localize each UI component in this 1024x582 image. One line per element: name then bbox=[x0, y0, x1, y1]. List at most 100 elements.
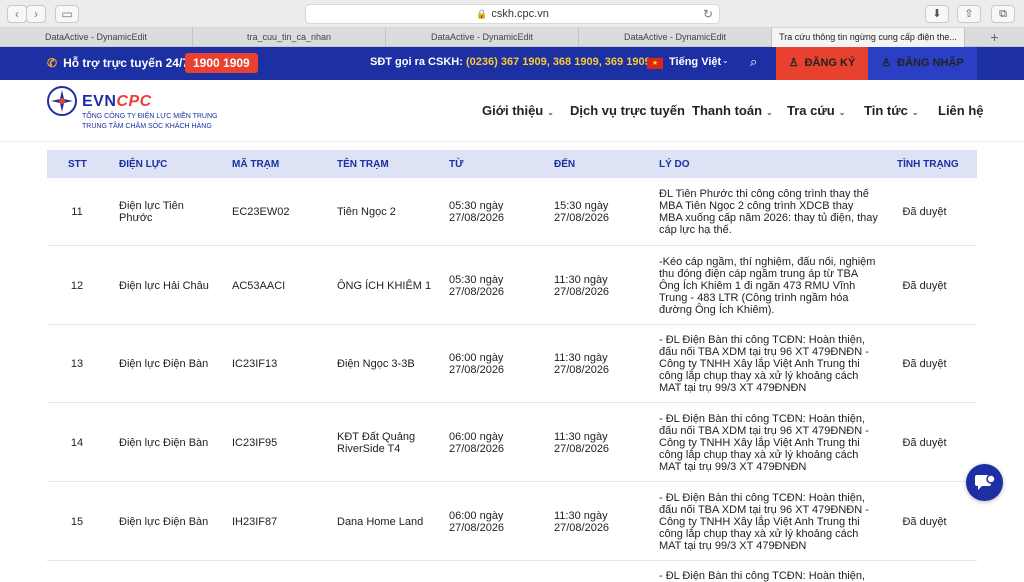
browser-tab[interactable]: tra_cuu_tin_ca_nhan bbox=[193, 28, 386, 47]
cell-den: 11:30 ngày 27/08/2026 bbox=[554, 274, 610, 298]
cell-den: 11:30 ngày 27/08/2026 bbox=[554, 510, 610, 534]
cell-tt: Đã duyệt bbox=[902, 280, 947, 292]
cell-den: 11:30 ngày 27/08/2026 bbox=[554, 352, 610, 376]
cell-tt: Đã duyệt bbox=[902, 437, 947, 449]
menu-label: Thanh toán bbox=[692, 103, 763, 118]
cell-ten: Dana Home Land bbox=[337, 516, 424, 528]
cell-ly: - ĐL Điện Bàn thi công TCĐN: Hoàn thiện,… bbox=[659, 334, 869, 394]
col-ten-tram: TÊN TRẠM bbox=[337, 159, 389, 170]
search-icon[interactable]: ⌕ bbox=[750, 54, 757, 70]
menu-label: Tra cứu bbox=[787, 103, 835, 118]
new-tab-icon[interactable]: + bbox=[965, 28, 1024, 46]
tab-overview-icon[interactable]: ⧉ bbox=[991, 5, 1015, 23]
brand-name[interactable]: EVNCPC bbox=[82, 93, 152, 111]
table-row: 14 Điện lực Điện Bàn IC23IF95 KĐT Đất Quảng… bbox=[47, 403, 977, 482]
cell-dl: Điện lực Điện Bàn bbox=[119, 516, 209, 528]
cell-den: 11:30 ngày 27/08/2026 bbox=[554, 431, 610, 455]
partial-row-reason: - ĐL Điện Bàn thi công TCĐN: Hoàn thiện, bbox=[659, 570, 866, 582]
cell-tt: Đã duyệt bbox=[902, 206, 947, 218]
cell-tu: 05:30 ngày 27/08/2026 bbox=[449, 200, 505, 224]
evn-logo-icon[interactable] bbox=[47, 86, 77, 116]
menu-tin-tuc[interactable]: Tin tức ⌄ bbox=[864, 103, 919, 118]
menu-label: Giới thiệu bbox=[482, 103, 544, 118]
cell-tt: Đã duyệt bbox=[902, 358, 947, 370]
login-label: ĐĂNG NHẬP bbox=[897, 57, 964, 69]
share-icon[interactable]: ⇧ bbox=[957, 5, 981, 23]
col-den: ĐẾN bbox=[554, 159, 576, 170]
cell-ten: KĐT Đất Quảng RiverSide T4 bbox=[337, 431, 416, 455]
chevron-down-icon: ⌄ bbox=[838, 108, 846, 117]
cell-ma: IC23IF13 bbox=[232, 358, 278, 370]
menu-dich-vu[interactable]: Dịch vụ trực tuyến bbox=[570, 103, 685, 118]
col-dien-luc: ĐIỆN LỰC bbox=[119, 159, 168, 170]
browser-tab[interactable]: Tra cứu thông tin ngừng cung cấp điện th… bbox=[772, 28, 965, 47]
browser-tab[interactable]: DataActive - DynamicEdit bbox=[0, 28, 193, 47]
lock-icon: 🔒 bbox=[476, 9, 488, 19]
cell-stt: 14 bbox=[70, 437, 84, 449]
cskh-numbers: (0236) 367 1909, 368 1909, 369 1909 bbox=[465, 56, 651, 68]
cell-den: 15:30 ngày 27/08/2026 bbox=[554, 200, 610, 224]
menu-tra-cuu[interactable]: Tra cứu ⌄ bbox=[787, 103, 845, 118]
tagline-company: TỔNG CÔNG TY ĐIỆN LỰC MIỀN TRUNG bbox=[82, 113, 218, 120]
cell-stt: 11 bbox=[71, 206, 83, 218]
col-tu: TỪ bbox=[449, 159, 464, 170]
menu-label: Liên hệ bbox=[938, 103, 984, 118]
register-button[interactable]: ♙ ĐĂNG KÝ bbox=[776, 47, 868, 80]
browser-toolbar: ‹ › ▭ 🔒 cskh.cpc.vn ↻ ⬇ ⇧ ⧉ bbox=[0, 0, 1024, 28]
menu-thanh-toan[interactable]: Thanh toán ⌄ bbox=[692, 103, 773, 118]
downloads-icon[interactable]: ⬇ bbox=[925, 5, 949, 23]
menu-label: Tin tức bbox=[864, 103, 908, 118]
forward-button[interactable]: › bbox=[26, 5, 46, 23]
reload-icon[interactable]: ↻ bbox=[703, 5, 713, 23]
register-label: ĐĂNG KÝ bbox=[804, 57, 856, 69]
cell-dl: Điện lực Điện Bàn bbox=[119, 437, 209, 449]
cell-ten: Tiên Ngọc 2 bbox=[337, 206, 396, 218]
login-button[interactable]: ♙ ĐĂNG NHẬP bbox=[868, 47, 977, 80]
brand-cpc: CPC bbox=[116, 93, 152, 110]
table-row: 15 Điện lực Điện Bàn IH23IF87 Dana Home Lan… bbox=[47, 482, 977, 561]
tagline-center: TRUNG TÂM CHĂM SÓC KHÁCH HÀNG bbox=[82, 123, 212, 130]
url-text: cskh.cpc.vn bbox=[491, 8, 549, 20]
cell-tu: 06:00 ngày 27/08/2026 bbox=[449, 510, 505, 534]
cell-dl: Điện lực Hải Châu bbox=[119, 280, 209, 292]
site-header: EVNCPC TỔNG CÔNG TY ĐIỆN LỰC MIỀN TRUNG … bbox=[0, 80, 1024, 142]
col-tinh-trang: TÌNH TRẠNG bbox=[897, 159, 959, 170]
browser-tab[interactable]: DataActive - DynamicEdit bbox=[579, 28, 772, 47]
menu-label: Dịch vụ trực tuyến bbox=[570, 103, 685, 118]
chevron-down-icon: ⌄ bbox=[766, 108, 773, 117]
cell-tu: 06:00 ngày 27/08/2026 bbox=[449, 431, 505, 455]
table-row: 11 Điện lực Tiên Phước EC23EW02 Tiên Ngọc 2… bbox=[47, 178, 977, 246]
cell-ly: -Kéo cáp ngầm, thí nghiệm, đấu nối, nghi… bbox=[659, 256, 876, 316]
cell-ly: - ĐL Điện Bàn thi công TCĐN: Hoàn thiện,… bbox=[659, 413, 869, 473]
chevron-down-icon: ⌄ bbox=[547, 108, 554, 117]
chat-icon bbox=[975, 474, 996, 490]
browser-tab[interactable]: DataActive - DynamicEdit bbox=[386, 28, 579, 47]
user-icon: ♙ bbox=[881, 57, 892, 69]
cell-ma: IH23IF87 bbox=[232, 516, 278, 528]
col-stt: STT bbox=[68, 159, 87, 170]
cell-stt: 13 bbox=[70, 358, 84, 370]
table-row: 13 Điện lực Điện Bàn IC23IF13 Điện Ngọc 3-3… bbox=[47, 325, 977, 403]
table-header: STT ĐIỆN LỰC MÃ TRẠM TÊN TRẠM TỪ ĐẾN LÝ … bbox=[47, 150, 977, 178]
address-bar[interactable]: 🔒 cskh.cpc.vn ↻ bbox=[305, 4, 720, 24]
menu-lien-he[interactable]: Liên hệ bbox=[938, 103, 984, 118]
cell-ly: - ĐL Điện Bàn thi công TCĐN: Hoàn thiện,… bbox=[659, 492, 869, 552]
support-label: ✆ Hỗ trợ trực tuyến 24/7: bbox=[47, 56, 193, 70]
cell-tt: Đã duyệt bbox=[902, 516, 947, 528]
cell-ten: Điện Ngọc 3-3B bbox=[337, 358, 415, 370]
menu-gioi-thieu[interactable]: Giới thiệu ⌄ bbox=[482, 103, 554, 118]
chat-support-button[interactable] bbox=[966, 464, 1003, 501]
back-button[interactable]: ‹ bbox=[7, 5, 27, 23]
cell-dl: Điện lực Tiên Phước bbox=[119, 200, 184, 224]
cell-tu: 05:30 ngày 27/08/2026 bbox=[449, 274, 505, 298]
table-row: 12 Điện lực Hải Châu AC53AACI ÔNG ÍCH KHIÊM… bbox=[47, 246, 977, 325]
chevron-down-icon[interactable]: ⌄ bbox=[722, 56, 729, 65]
cell-dl: Điện lực Điện Bàn bbox=[119, 358, 209, 370]
cell-ten: ÔNG ÍCH KHIÊM 1 bbox=[337, 280, 432, 292]
sidebar-toggle-icon[interactable]: ▭ bbox=[55, 5, 79, 23]
language-selector[interactable]: Tiếng Việt bbox=[669, 56, 721, 68]
cskh-label: SĐT gọi ra CSKH: bbox=[370, 56, 463, 68]
cell-tu: 06:00 ngày 27/08/2026 bbox=[449, 352, 505, 376]
vietnam-flag-icon[interactable]: ★ bbox=[647, 58, 663, 69]
hotline-badge[interactable]: 1900 1909 bbox=[185, 53, 258, 73]
